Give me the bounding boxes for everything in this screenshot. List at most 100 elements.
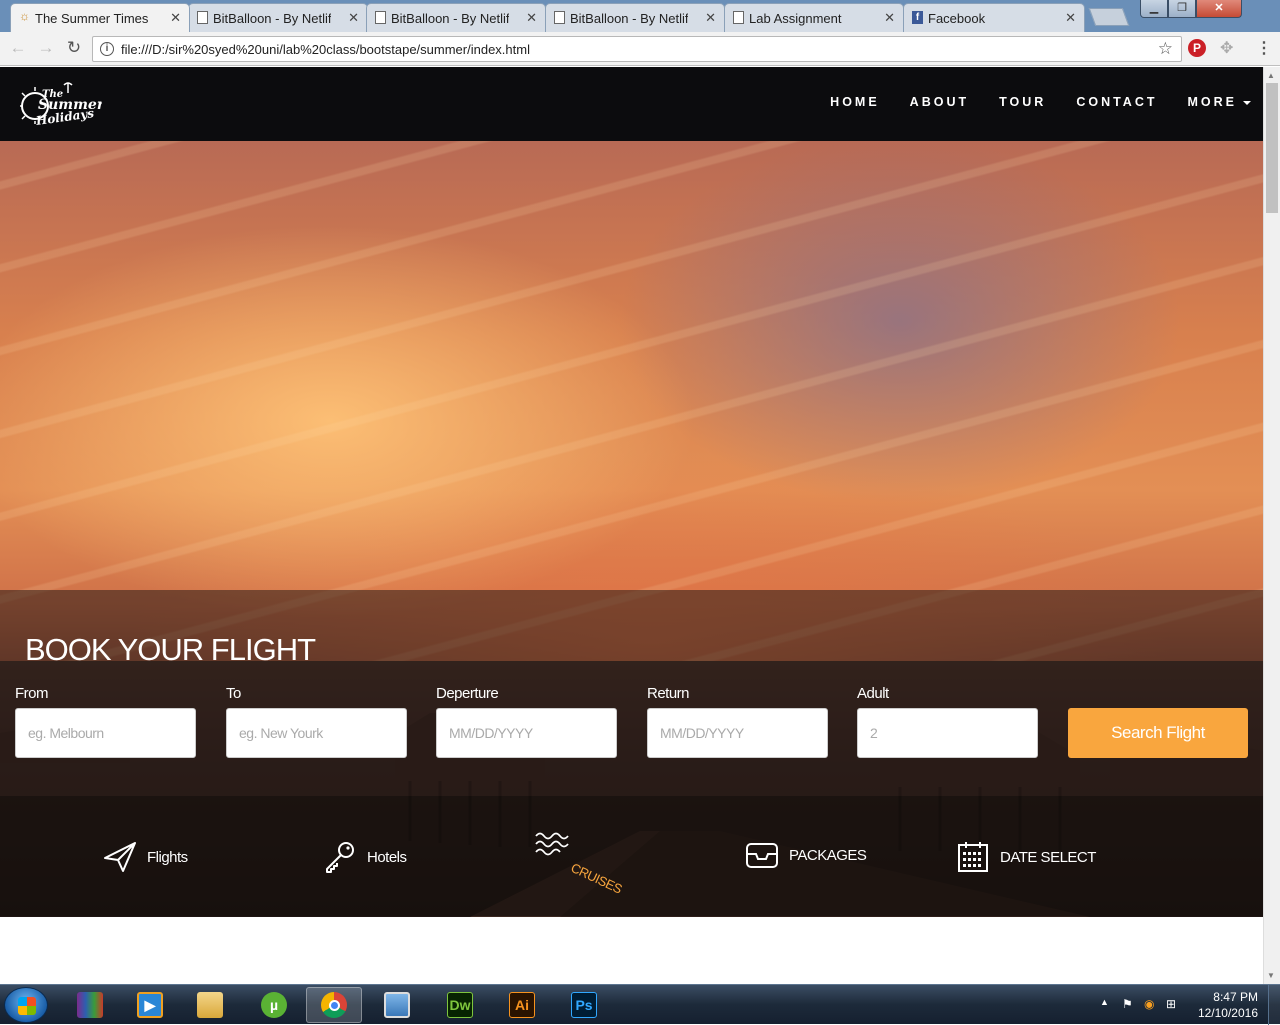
back-arrow-icon[interactable]: ← bbox=[8, 38, 28, 58]
close-icon[interactable]: ✕ bbox=[705, 10, 716, 26]
tab-title: BitBalloon - By Netlify bbox=[570, 10, 688, 26]
sun-logo-icon: ☼ bbox=[19, 9, 30, 23]
adult-label: Adult bbox=[857, 685, 889, 702]
tab-bitballoon-2[interactable]: BitBalloon - By Netlify ✕ bbox=[366, 3, 546, 32]
tab-title: BitBalloon - By Netlify bbox=[391, 10, 509, 26]
service-date-select-label: DATE SELECT bbox=[1000, 848, 1096, 866]
service-packages-label: PACKAGES bbox=[789, 846, 867, 864]
winrar-icon[interactable] bbox=[62, 987, 118, 1023]
service-date-select[interactable]: DATE SELECT bbox=[956, 840, 1096, 874]
services-bar: Flights Hotels CRUISES PACKAGES DATE SEL… bbox=[0, 796, 1263, 916]
url-text: file:///D:/sir%20syed%20uni/lab%20class/… bbox=[121, 42, 530, 57]
scroll-down-icon[interactable]: ▼ bbox=[1267, 971, 1275, 980]
close-icon[interactable]: ✕ bbox=[526, 10, 537, 26]
extension-icon[interactable]: ✥ bbox=[1220, 38, 1233, 58]
return-label: Return bbox=[647, 685, 690, 702]
close-icon[interactable]: ✕ bbox=[348, 10, 359, 26]
tab-summer-times[interactable]: ☼ The Summer Times Ho ✕ bbox=[10, 3, 190, 32]
paper-plane-icon bbox=[104, 842, 136, 872]
clock-time[interactable]: 8:47 PM bbox=[1213, 990, 1258, 1004]
menu-icon[interactable]: ⋮ bbox=[1256, 38, 1272, 58]
departure-input[interactable] bbox=[436, 708, 617, 758]
inbox-tray-icon bbox=[746, 843, 778, 868]
show-desktop-button[interactable] bbox=[1268, 985, 1280, 1025]
from-label: From bbox=[15, 685, 49, 702]
address-bar[interactable]: i file:///D:/sir%20syed%20uni/lab%20clas… bbox=[92, 36, 1182, 62]
media-player-icon[interactable]: ▶ bbox=[122, 987, 178, 1023]
tab-bitballoon-1[interactable]: BitBalloon - By Netlify ✕ bbox=[188, 3, 368, 32]
nav-about[interactable]: ABOUT bbox=[910, 95, 969, 109]
from-input[interactable] bbox=[15, 708, 196, 758]
chrome-icon[interactable] bbox=[306, 987, 362, 1023]
browser-toolbar: ← → ↻ i file:///D:/sir%20syed%20uni/lab%… bbox=[0, 32, 1280, 66]
maximize-button[interactable]: ❐ bbox=[1168, 0, 1196, 18]
service-hotels-label: Hotels bbox=[367, 848, 407, 866]
scroll-up-icon[interactable]: ▲ bbox=[1267, 71, 1275, 80]
minimize-button[interactable]: ▁ bbox=[1140, 0, 1168, 18]
dreamweaver-icon[interactable]: Dw bbox=[432, 987, 488, 1023]
close-icon[interactable]: ✕ bbox=[1065, 10, 1076, 26]
window-close-button[interactable]: ✕ bbox=[1196, 0, 1242, 18]
nav-tour[interactable]: TOUR bbox=[999, 95, 1046, 109]
tab-title: Lab Assignment bbox=[749, 10, 842, 26]
explorer-icon[interactable] bbox=[182, 987, 238, 1023]
dreamweaver-label: Dw bbox=[447, 992, 473, 1018]
illustrator-label: Ai bbox=[509, 992, 535, 1018]
main-nav: HOME ABOUT TOUR CONTACT MORE bbox=[800, 95, 1251, 109]
clock-date[interactable]: 12/10/2016 bbox=[1198, 1006, 1258, 1020]
close-icon[interactable]: ✕ bbox=[884, 10, 895, 26]
photoshop-icon[interactable]: Ps bbox=[556, 987, 612, 1023]
facebook-icon: f bbox=[912, 11, 923, 24]
chrome-center bbox=[328, 999, 340, 1011]
start-button[interactable] bbox=[4, 987, 48, 1023]
photoshop-label: Ps bbox=[571, 992, 597, 1018]
page-icon bbox=[375, 11, 386, 24]
reload-icon[interactable]: ↻ bbox=[64, 38, 84, 58]
nav-more-label: MORE bbox=[1187, 95, 1237, 109]
new-tab-button[interactable] bbox=[1088, 8, 1130, 26]
nav-contact[interactable]: CONTACT bbox=[1076, 95, 1157, 109]
return-input[interactable] bbox=[647, 708, 828, 758]
tab-facebook[interactable]: f Facebook ✕ bbox=[903, 3, 1085, 32]
photo-viewer-icon[interactable] bbox=[369, 987, 425, 1023]
tab-lab-assignment[interactable]: Lab Assignment ✕ bbox=[724, 3, 904, 32]
search-flight-button[interactable]: Search Flight bbox=[1068, 708, 1248, 758]
show-hidden-icons-icon[interactable]: ▲ bbox=[1100, 997, 1109, 1007]
service-packages[interactable]: PACKAGES bbox=[745, 840, 867, 870]
utorrent-icon[interactable]: µ bbox=[246, 987, 302, 1023]
tab-title: The Summer Times Ho bbox=[35, 10, 153, 26]
browser-tab-strip: ☼ The Summer Times Ho ✕ BitBalloon - By … bbox=[0, 0, 1280, 32]
page-icon bbox=[554, 11, 565, 24]
forward-arrow-icon[interactable]: → bbox=[36, 38, 56, 58]
bookmark-star-icon[interactable]: ☆ bbox=[1158, 39, 1173, 59]
summer-holidays-logo[interactable]: The Summer Holidays bbox=[18, 79, 102, 131]
info-icon[interactable]: i bbox=[100, 42, 114, 56]
page-icon bbox=[197, 11, 208, 24]
nav-more-dropdown[interactable]: MORE bbox=[1187, 95, 1251, 109]
service-flights[interactable]: Flights bbox=[103, 840, 188, 874]
to-input[interactable] bbox=[226, 708, 407, 758]
close-icon[interactable]: ✕ bbox=[170, 10, 181, 26]
service-hotels[interactable]: Hotels bbox=[323, 840, 407, 874]
page-scrollbar[interactable]: ▲ ▼ bbox=[1263, 67, 1280, 984]
service-cruises[interactable] bbox=[534, 830, 580, 858]
page-viewport: The Summer Holidays HOME ABOUT TOUR CONT… bbox=[0, 67, 1263, 984]
page-icon bbox=[733, 11, 744, 24]
avast-icon[interactable]: ◉ bbox=[1144, 997, 1154, 1011]
key-icon bbox=[326, 842, 354, 873]
calendar-icon bbox=[958, 842, 988, 872]
windows-taskbar: ▶ µ Dw Ai Ps ▲ ⚑ ◉ ⊞ 8:47 PM 12/10/2016 bbox=[0, 984, 1280, 1025]
tab-bitballoon-3[interactable]: BitBalloon - By Netlify ✕ bbox=[545, 3, 725, 32]
to-label: To bbox=[226, 685, 241, 702]
tab-title: BitBalloon - By Netlify bbox=[213, 10, 331, 26]
adult-input[interactable] bbox=[857, 708, 1038, 758]
departure-label: Deperture bbox=[436, 685, 499, 702]
action-center-flag-icon[interactable]: ⚑ bbox=[1122, 997, 1133, 1011]
illustrator-icon[interactable]: Ai bbox=[494, 987, 550, 1023]
service-flights-label: Flights bbox=[147, 848, 188, 866]
pinterest-icon[interactable]: P bbox=[1188, 39, 1206, 57]
nav-home[interactable]: HOME bbox=[830, 95, 880, 109]
service-cruises-label: CRUISES bbox=[568, 860, 625, 897]
network-icon[interactable]: ⊞ bbox=[1166, 997, 1176, 1011]
scroll-thumb[interactable] bbox=[1266, 83, 1278, 213]
